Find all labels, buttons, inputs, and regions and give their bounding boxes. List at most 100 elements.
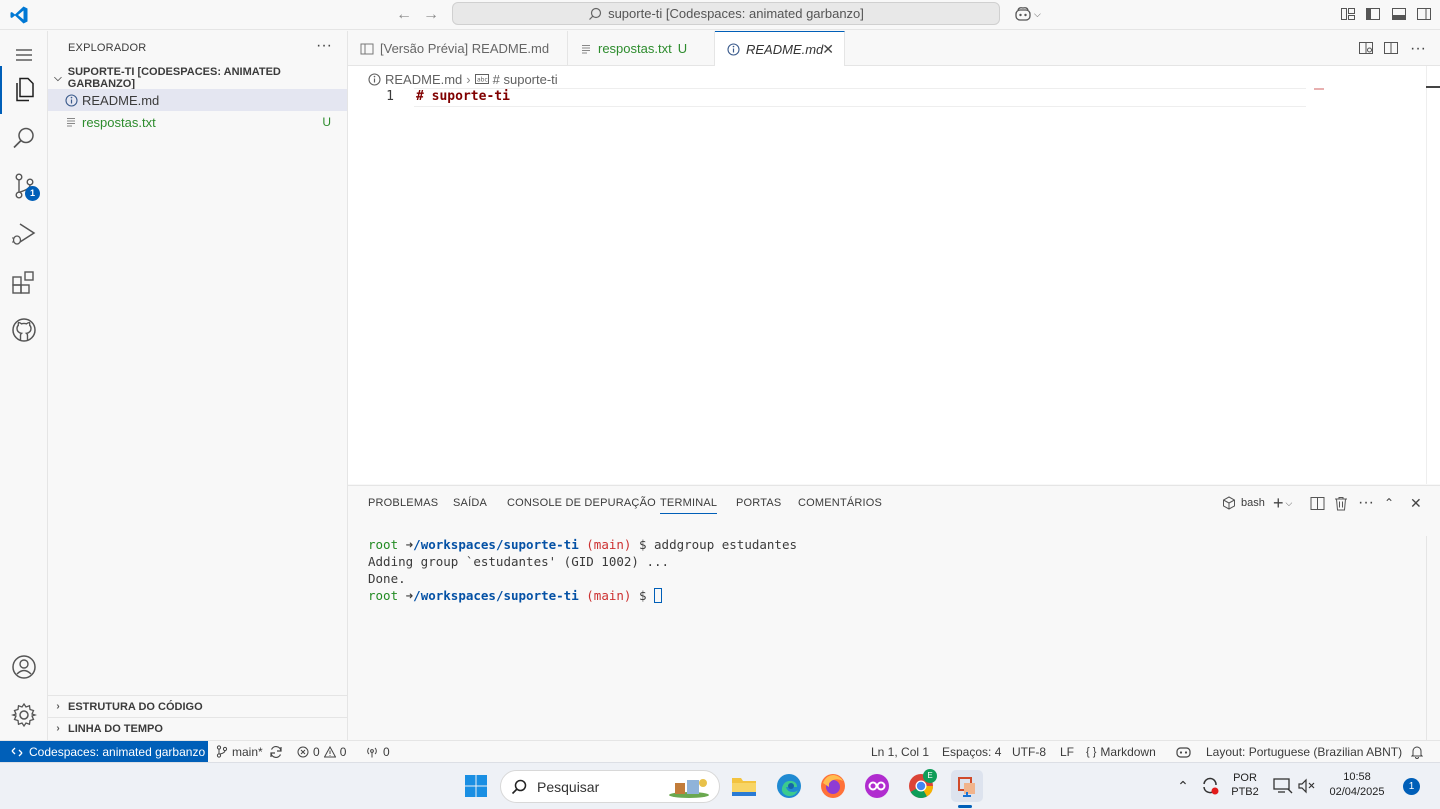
more-actions-icon[interactable]: ···: [1410, 40, 1426, 58]
clock-date: 02/04/2025: [1329, 786, 1385, 798]
firefox-icon[interactable]: [819, 772, 847, 800]
chevron-down-icon: ⌵: [1034, 8, 1041, 19]
tab-ports[interactable]: PORTAS: [736, 497, 781, 509]
terminal-scrollbar[interactable]: [1426, 536, 1427, 741]
split-editor-icon[interactable]: [1383, 40, 1399, 56]
language-mode[interactable]: { } Markdown: [1086, 741, 1156, 762]
svg-text:abc: abc: [477, 77, 488, 84]
sync-tray-icon[interactable]: [1198, 772, 1222, 800]
git-branch-item[interactable]: main*: [216, 741, 263, 762]
timeline-section-header[interactable]: › LINHA DO TEMPO: [48, 717, 347, 739]
remote-app-icon[interactable]: [951, 770, 983, 802]
tab-label: README.md: [746, 42, 824, 57]
game-app-icon[interactable]: [863, 772, 891, 800]
tab-debug-console[interactable]: CONSOLE DE DEPURAÇÃO: [507, 497, 656, 509]
github-icon[interactable]: [0, 306, 48, 354]
toggle-secondary-sidebar-icon[interactable]: [1416, 6, 1432, 22]
notification-badge[interactable]: 1: [1403, 778, 1420, 795]
bell-icon[interactable]: [1411, 741, 1423, 762]
breadcrumb-symbol[interactable]: # suporte-ti: [493, 72, 558, 87]
file-name: respostas.txt: [82, 114, 156, 130]
tab-terminal[interactable]: TERMINAL: [660, 497, 718, 514]
more-actions-icon[interactable]: ···: [1358, 494, 1374, 511]
tab-readme-preview[interactable]: [Versão Prévia] README.md: [348, 31, 568, 66]
terminal-shell-selector[interactable]: bash: [1222, 495, 1265, 511]
extensions-icon[interactable]: [0, 258, 48, 306]
chrome-profile-badge: E: [923, 769, 937, 783]
file-item-respostas[interactable]: respostas.txt U: [48, 111, 347, 133]
file-explorer-icon[interactable]: [730, 772, 758, 800]
explorer-icon[interactable]: [0, 66, 48, 114]
forwarded-ports-indicator[interactable]: 0: [365, 741, 390, 762]
speaker-muted-icon[interactable]: [1296, 772, 1318, 800]
back-arrow-icon[interactable]: ←: [394, 5, 414, 25]
remote-icon: [11, 746, 23, 758]
code-line[interactable]: # suporte-ti: [416, 89, 510, 104]
close-panel-icon[interactable]: ✕: [1410, 495, 1422, 511]
toggle-panel-icon[interactable]: [1391, 6, 1407, 22]
keyboard-layout[interactable]: Layout: Portuguese (Brazilian ABNT): [1206, 741, 1402, 762]
copilot-icon: [1014, 6, 1032, 22]
editor-area[interactable]: README.md › abc # suporte-ti 1 # suporte…: [348, 66, 1440, 484]
accounts-icon[interactable]: [0, 643, 48, 691]
eol-setting[interactable]: LF: [1060, 741, 1074, 762]
untracked-badge: U: [322, 115, 331, 129]
breadcrumb-file[interactable]: README.md: [385, 72, 462, 87]
tab-comments[interactable]: COMENTÁRIOS: [798, 497, 882, 509]
terminal-output[interactable]: root ➜/workspaces/suporte-ti (main) $ ad…: [368, 536, 797, 604]
gear-icon[interactable]: [0, 691, 48, 739]
file-name: README.md: [82, 92, 160, 108]
tab-problems[interactable]: PROBLEMAS: [368, 497, 438, 509]
open-preview-side-icon[interactable]: [1358, 40, 1374, 56]
show-hidden-icons-icon[interactable]: ⌃: [1174, 772, 1192, 800]
outline-section-header[interactable]: › ESTRUTURA DO CÓDIGO: [48, 695, 347, 717]
search-icon[interactable]: [0, 114, 48, 162]
indentation-setting[interactable]: Espaços: 4: [942, 741, 1001, 762]
more-actions-button[interactable]: ···: [316, 37, 332, 55]
problems-indicator[interactable]: 0 0: [297, 741, 346, 762]
git-branch-icon: [216, 745, 228, 758]
language-indicator[interactable]: POR PTB2: [1228, 772, 1262, 798]
sync-icon[interactable]: [269, 741, 283, 762]
toggle-primary-sidebar-icon[interactable]: [1365, 6, 1381, 22]
folder-header[interactable]: ⌵ SUPORTE-TI [CODESPACES: ANIMATED GARBA…: [48, 66, 348, 90]
remote-indicator[interactable]: Codespaces: animated garbanzo: [0, 741, 208, 762]
chevron-down-icon: ⌵: [1285, 497, 1293, 508]
minimap[interactable]: [1314, 88, 1324, 90]
clock[interactable]: 10:58 02/04/2025: [1324, 771, 1390, 798]
source-control-icon[interactable]: [0, 162, 48, 210]
split-terminal-icon[interactable]: [1310, 495, 1325, 511]
current-line-highlight: [414, 88, 1306, 107]
taskbar-search[interactable]: Pesquisar: [500, 770, 720, 803]
copilot-status-icon[interactable]: [1176, 741, 1191, 762]
copilot-menu[interactable]: ⌵: [1014, 5, 1044, 23]
command-center-label: suporte-ti [Codespaces: animated garbanz…: [608, 6, 864, 21]
display-icon[interactable]: [1272, 772, 1294, 800]
trash-icon[interactable]: [1334, 495, 1348, 511]
forward-arrow-icon[interactable]: →: [421, 5, 441, 25]
maximize-panel-icon[interactable]: ⌃: [1384, 495, 1394, 511]
warning-count: 0: [339, 744, 347, 759]
cursor-position[interactable]: Ln 1, Col 1: [871, 741, 929, 762]
new-terminal-button[interactable]: + ⌵: [1273, 492, 1293, 513]
customize-layout-icon[interactable]: [1340, 6, 1356, 22]
run-debug-icon[interactable]: [0, 210, 48, 258]
tab-label: respostas.txt: [598, 41, 672, 56]
tab-readme[interactable]: README.md ✕: [715, 31, 845, 67]
edge-browser-icon[interactable]: [775, 772, 803, 800]
untracked-badge: U: [677, 41, 688, 56]
overview-ruler-cursor: [1426, 86, 1440, 88]
text-file-icon: [64, 116, 78, 128]
tab-respostas[interactable]: respostas.txt U: [568, 31, 715, 66]
tab-output[interactable]: SAÍDA: [453, 497, 487, 509]
vscode-logo-icon[interactable]: [9, 5, 29, 25]
editor-scrollbar[interactable]: [1426, 66, 1427, 484]
encoding-setting[interactable]: UTF-8: [1012, 741, 1046, 762]
windows-start-icon[interactable]: [462, 772, 490, 800]
branch-name: main*: [232, 744, 263, 759]
close-icon[interactable]: ✕: [822, 41, 834, 58]
command-center-search[interactable]: suporte-ti [Codespaces: animated garbanz…: [452, 2, 1000, 25]
source-control-badge: 1: [25, 186, 40, 201]
file-item-readme[interactable]: README.md: [48, 89, 347, 111]
plus-icon: +: [1273, 492, 1284, 513]
